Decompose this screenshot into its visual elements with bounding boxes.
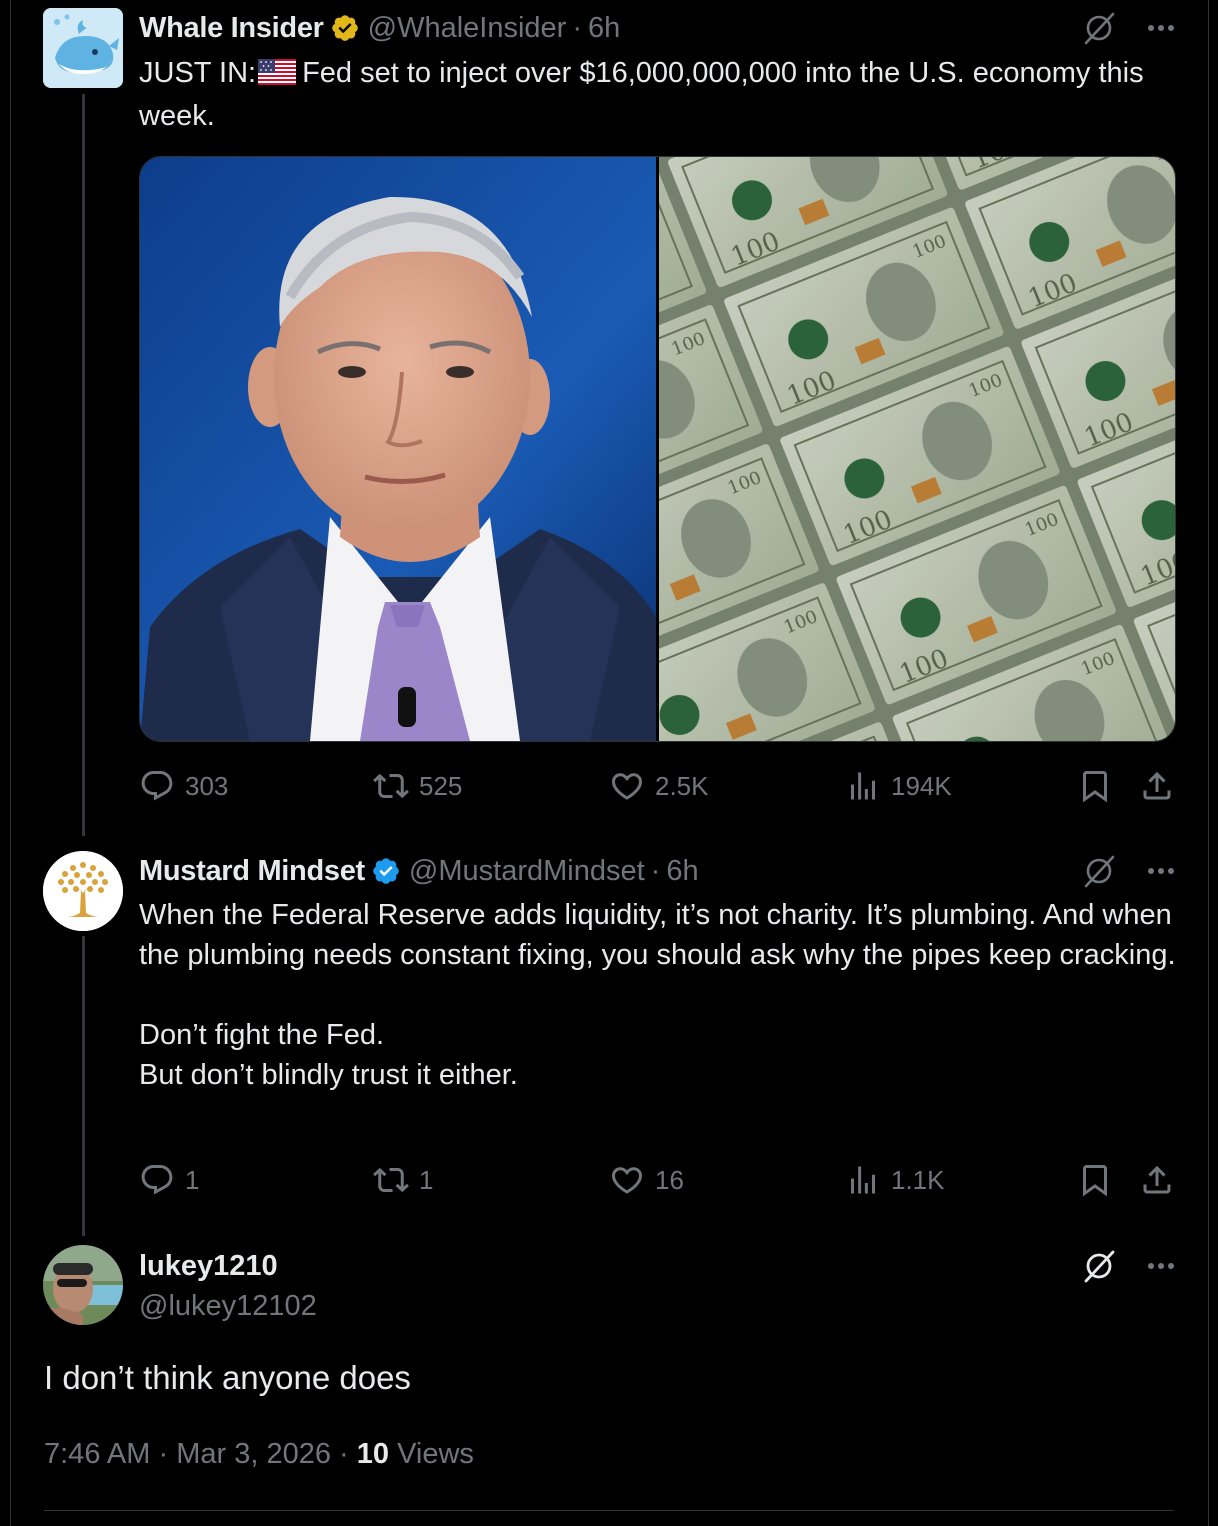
bookmark-button[interactable] <box>1077 766 1113 806</box>
main-reply-author: lukey1210 @lukey12102 <box>139 1246 317 1326</box>
like-count: 2.5K <box>655 770 709 801</box>
views-count: 194K <box>891 770 952 801</box>
mustard-mindset-avatar[interactable] <box>43 851 123 931</box>
author-handle[interactable]: @WhaleInsider <box>368 12 567 45</box>
repost-button[interactable]: 525 <box>373 766 462 806</box>
reply-count: 1 <box>185 1164 200 1195</box>
repost-button[interactable]: 1 <box>373 1160 433 1200</box>
post-text-prefix: JUST IN: <box>139 57 257 89</box>
author-display-name[interactable]: Mustard Mindset <box>139 855 365 888</box>
quoted-reply-text: When the Federal Reserve adds liquidity,… <box>139 899 1176 1091</box>
like-count: 16 <box>655 1164 684 1195</box>
repost-icon <box>373 773 409 799</box>
author-display-name[interactable]: Whale Insider <box>139 12 324 45</box>
repost-count: 1 <box>419 1164 434 1195</box>
post-time[interactable]: 7:46 AM <box>44 1438 150 1470</box>
quoted-reply-header: Mustard Mindset @MustardMindset · 6h <box>139 853 699 889</box>
footer-divider <box>44 1510 1174 1511</box>
heart-icon <box>611 773 643 800</box>
portrait-photo[interactable] <box>140 157 656 741</box>
whale-icon <box>43 8 123 88</box>
more-options-icon[interactable] <box>1148 24 1174 32</box>
thread-connector-line <box>82 936 85 1236</box>
thread-connector-line <box>82 94 85 836</box>
meta-separator: · <box>158 1438 169 1470</box>
post-time[interactable]: 6h <box>666 855 698 888</box>
original-post-actions: 303 525 2.5K 194K <box>139 766 1179 806</box>
views-button[interactable]: 194K <box>845 766 952 806</box>
repost-icon <box>373 1167 409 1193</box>
reply-count: 303 <box>185 770 229 801</box>
original-post-text: JUST IN: Fed set to inject over $16,000,… <box>139 53 1179 136</box>
share-button[interactable] <box>1139 1160 1175 1200</box>
post-meta-footer: 7:46 AM · Mar 3, 2026 · 10 Views <box>44 1434 474 1474</box>
lukey-avatar[interactable] <box>43 1245 123 1325</box>
bookmark-icon <box>1083 1165 1107 1197</box>
quoted-reply-actions: 1 1 16 1.1K <box>139 1160 1179 1200</box>
reply-icon <box>141 1165 173 1195</box>
meta-separator: · <box>339 1438 349 1470</box>
reply-button[interactable]: 303 <box>139 766 228 806</box>
quoted-reply-corner-actions <box>1082 853 1174 889</box>
more-options-icon[interactable] <box>1148 1262 1174 1270</box>
bookmark-button[interactable] <box>1077 1160 1113 1200</box>
grok-icon[interactable] <box>1082 854 1116 888</box>
heart-icon <box>611 1167 643 1194</box>
reply-icon <box>141 771 173 801</box>
views-chart-icon <box>851 1166 875 1194</box>
meta-separator: · <box>650 854 661 887</box>
repost-count: 525 <box>419 770 463 801</box>
reply-button[interactable]: 1 <box>139 1160 199 1200</box>
views-count: 1.1K <box>891 1164 945 1195</box>
like-button[interactable]: 16 <box>609 1160 684 1200</box>
tree-logo-icon <box>43 851 123 931</box>
user-photo-icon <box>43 1245 123 1325</box>
post-time[interactable]: 6h <box>588 12 620 45</box>
author-handle[interactable]: @MustardMindset <box>409 855 645 888</box>
original-post-corner-actions <box>1082 10 1174 46</box>
main-reply-text: I don’t think anyone does <box>44 1359 411 1396</box>
post-date[interactable]: Mar 3, 2026 <box>176 1438 331 1470</box>
views-count[interactable]: 10 <box>357 1438 389 1470</box>
verified-blue-badge-icon[interactable] <box>371 856 401 886</box>
post-media-grid[interactable]: 100 100 <box>139 156 1176 742</box>
grok-icon[interactable] <box>1082 1249 1116 1283</box>
us-flag-icon <box>258 56 297 96</box>
share-icon <box>1143 1165 1171 1194</box>
frame-right-border <box>1208 0 1209 1526</box>
share-icon <box>1143 771 1171 800</box>
meta-separator: · <box>572 11 583 44</box>
grok-icon[interactable] <box>1082 11 1116 45</box>
whale-insider-avatar[interactable] <box>43 8 123 88</box>
more-options-icon[interactable] <box>1148 867 1174 875</box>
views-label: Views <box>397 1438 474 1470</box>
money-photo[interactable]: 100 100 <box>659 157 1175 741</box>
views-button[interactable]: 1.1K <box>845 1160 945 1200</box>
share-button[interactable] <box>1139 766 1175 806</box>
verified-gold-badge-icon[interactable] <box>330 13 360 43</box>
author-display-name[interactable]: lukey1210 <box>139 1246 317 1286</box>
like-button[interactable]: 2.5K <box>609 766 709 806</box>
author-handle[interactable]: @lukey12102 <box>139 1286 317 1326</box>
frame-left-border <box>10 0 11 1526</box>
bookmark-icon <box>1083 771 1107 803</box>
main-reply-corner-actions <box>1082 1248 1174 1284</box>
original-post-header: Whale Insider @WhaleInsider · 6h <box>139 10 620 46</box>
views-chart-icon <box>851 772 875 800</box>
